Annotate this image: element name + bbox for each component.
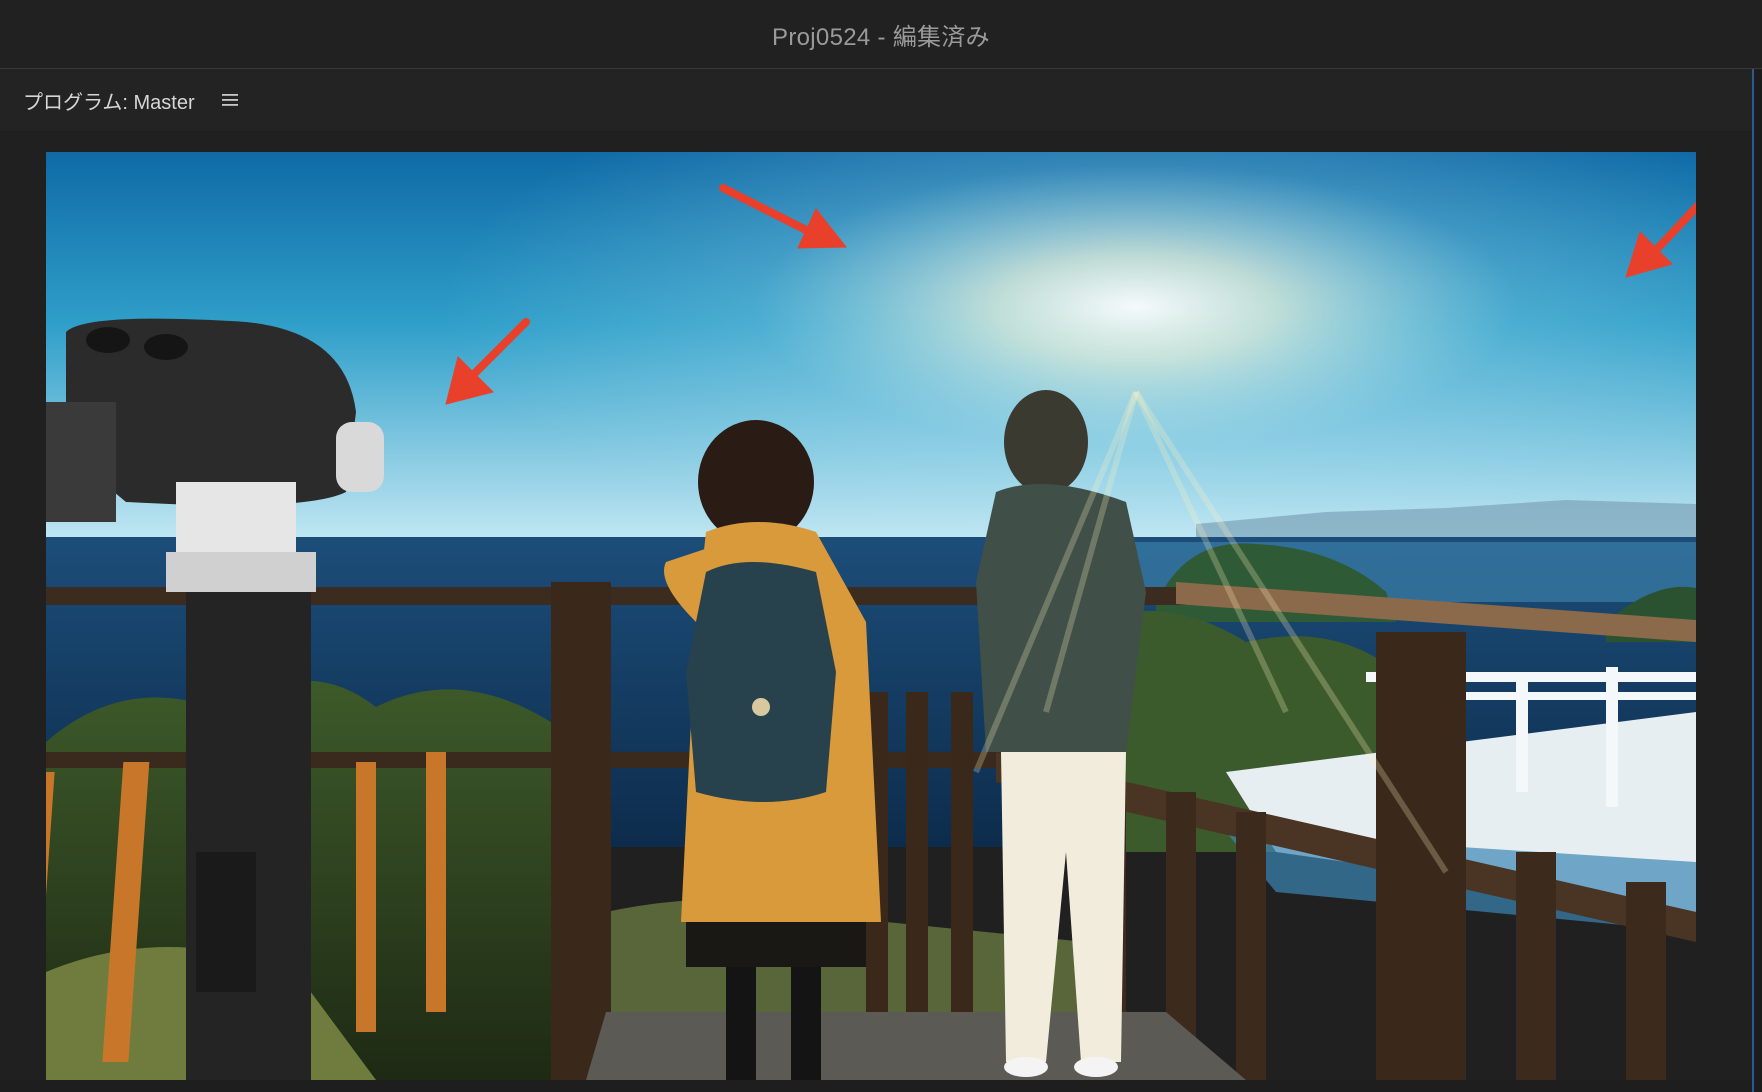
title-bar: Proj0524 - 編集済み <box>0 0 1762 69</box>
deck <box>586 1012 1246 1080</box>
adjacent-panel-edge <box>1752 69 1762 1092</box>
panel-tab-program-master[interactable]: プログラム: Master <box>23 86 195 115</box>
video-frame[interactable] <box>46 152 1696 1080</box>
window-title: Proj0524 - 編集済み <box>772 23 990 51</box>
timeline-edge <box>0 1080 1752 1092</box>
hamburger-menu-icon[interactable] <box>215 85 245 115</box>
program-monitor-header: プログラム: Master <box>0 69 1752 131</box>
premiere-window: Proj0524 - 編集済み プログラム: Master <box>0 0 1762 1092</box>
